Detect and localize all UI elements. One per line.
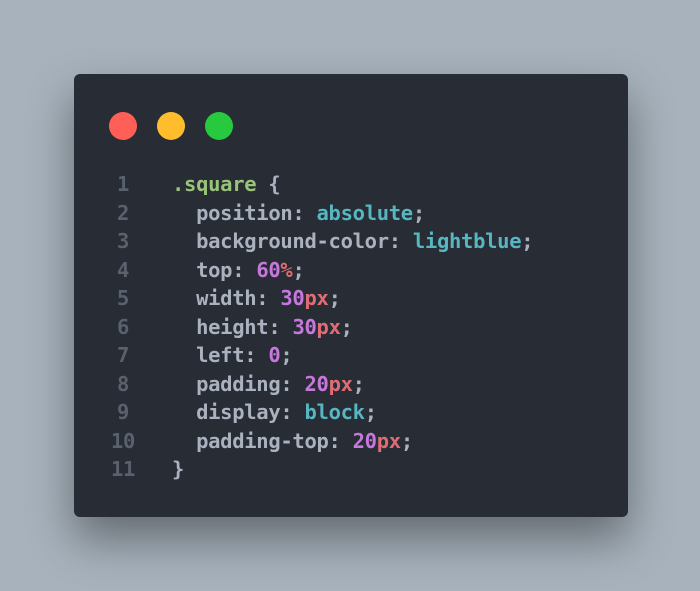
maximize-button[interactable] — [205, 112, 233, 140]
code-token-punct: ; — [521, 229, 534, 253]
code-token-property: padding-top — [172, 428, 329, 453]
code-token-unit: px — [304, 286, 329, 310]
code-token-number: 20 — [352, 428, 377, 453]
line-number: 8 — [116, 371, 130, 396]
code-token-number: 30 — [280, 286, 305, 310]
code-token-punct: : — [268, 314, 293, 339]
line-content: display: block; — [172, 398, 377, 427]
line-content: padding: 20px; — [172, 370, 365, 399]
code-token-punct: ; — [328, 286, 341, 310]
code-token-brace: } — [172, 457, 185, 481]
line-number: 5 — [116, 286, 130, 310]
code-token-punct: : — [244, 343, 269, 367]
line-number: 4 — [116, 257, 130, 282]
line-content: } — [172, 455, 184, 484]
code-token-punct: : — [232, 257, 257, 282]
code-token-property: height — [172, 314, 269, 339]
code-token-punct: : — [280, 400, 305, 424]
code-token-punct: ; — [400, 428, 413, 453]
line-number: 9 — [116, 400, 130, 424]
code-token-punct: ; — [340, 314, 353, 339]
code-token-number: 60 — [256, 257, 281, 282]
minimize-button[interactable] — [157, 112, 185, 140]
code-token-property: display — [172, 400, 281, 424]
code-token-number: 0 — [268, 343, 281, 367]
code-token-punct: : — [256, 286, 281, 310]
line-content: position: absolute; — [172, 199, 425, 228]
code-token-punct: : — [292, 200, 317, 225]
code-token-unit: px — [316, 314, 341, 339]
code-token-unit: % — [280, 257, 293, 282]
code-token-punct: ; — [292, 257, 305, 282]
code-token-punct: ; — [412, 200, 425, 225]
code-window: 1 .square {2 position: absolute; 3 backgro… — [74, 74, 628, 517]
code-token-unit: px — [328, 371, 353, 396]
line-number: 7 — [116, 343, 130, 367]
line-content: left: 0; — [172, 341, 293, 370]
code-token-punct: ; — [280, 343, 293, 367]
code-token-number: 20 — [304, 371, 329, 396]
code-token-keyword: lightblue — [412, 229, 522, 253]
line-number: 3 — [116, 229, 130, 253]
code-token-property: left — [172, 343, 245, 367]
line-number: 10 — [110, 428, 136, 453]
code-token-unit: px — [376, 428, 401, 453]
code-token-keyword: absolute — [316, 200, 414, 225]
line-number: 1 — [116, 172, 130, 196]
line-content: background-color: lightblue; — [172, 227, 534, 256]
line-number: 2 — [116, 200, 130, 225]
line-content: .square { — [172, 170, 281, 199]
code-token-punct: ; — [364, 400, 377, 424]
code-token-selector: .square — [172, 172, 269, 196]
code-token-property: background-color — [172, 229, 389, 253]
line-content: padding-top: 20px; — [172, 427, 413, 456]
code-token-punct: : — [280, 371, 305, 396]
code-token-property: width — [172, 286, 257, 310]
code-token-brace: { — [268, 172, 281, 196]
line-number: 6 — [116, 314, 130, 339]
code-token-property: top — [172, 257, 233, 282]
line-content: top: 60%; — [172, 256, 305, 285]
close-button[interactable] — [109, 112, 137, 140]
code-token-property: position — [172, 200, 293, 225]
code-token-keyword: block — [304, 400, 365, 424]
code-token-punct: ; — [352, 371, 365, 396]
line-content: width: 30px; — [172, 284, 341, 313]
line-content: height: 30px; — [172, 313, 353, 342]
line-number: 11 — [110, 457, 136, 481]
code-token-punct: : — [388, 229, 413, 253]
code-token-property: padding — [172, 371, 281, 396]
code-token-number: 30 — [292, 314, 317, 339]
code-token-punct: : — [328, 428, 353, 453]
